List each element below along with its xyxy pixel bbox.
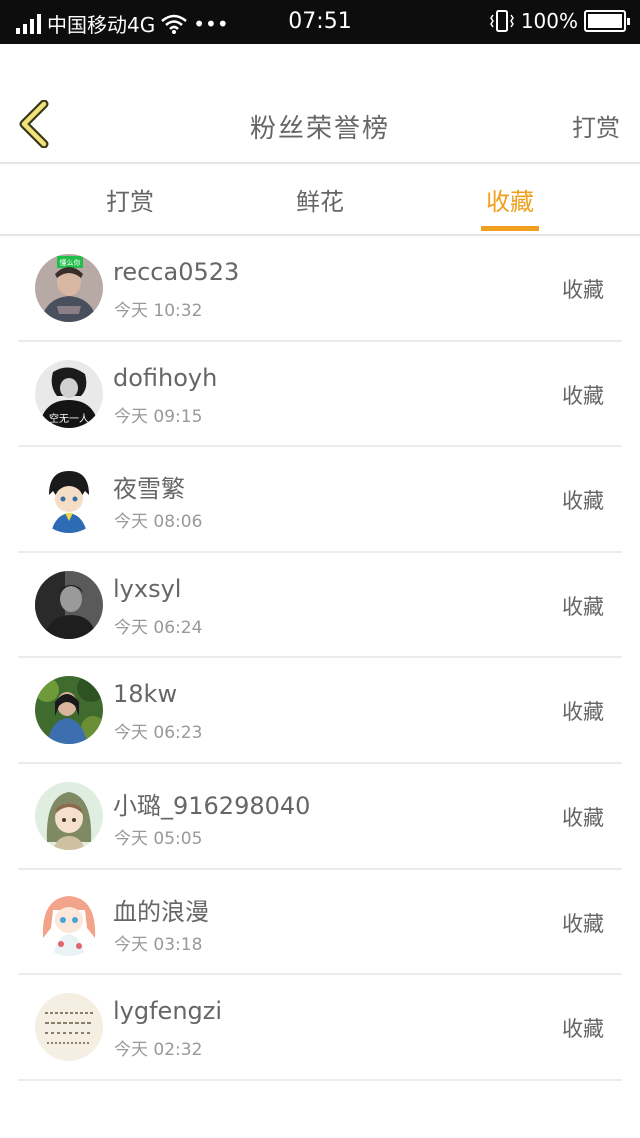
tab-reward[interactable]: 打赏 bbox=[80, 182, 180, 217]
avatar bbox=[35, 993, 103, 1062]
timestamp: 今天 10:32 bbox=[114, 301, 203, 321]
action-label: 收藏 bbox=[562, 278, 604, 302]
timestamp: 今天 08:06 bbox=[114, 512, 203, 533]
fan-list: 懂么你 recca0523 今天 10:32 收藏 空无一人 dofihoyh … bbox=[18, 236, 622, 1081]
status-right: 100% bbox=[489, 9, 630, 33]
avatar bbox=[35, 676, 103, 745]
timestamp: 今天 02:32 bbox=[114, 1040, 203, 1061]
list-item[interactable]: 血的浪漫 今天 03:18 收藏 bbox=[18, 870, 622, 976]
timestamp: 今天 09:15 bbox=[114, 406, 203, 427]
action-label: 收藏 bbox=[562, 383, 604, 408]
vibrate-icon bbox=[489, 10, 514, 32]
action-label: 收藏 bbox=[562, 489, 604, 514]
avatar bbox=[35, 570, 103, 639]
user-name: 18kw bbox=[113, 680, 178, 709]
user-name: lygfengzi bbox=[113, 997, 223, 1026]
action-label: 收藏 bbox=[562, 805, 604, 830]
timestamp: 今天 06:23 bbox=[114, 723, 203, 744]
timestamp: 今天 05:05 bbox=[114, 828, 203, 849]
user-name: lyxsyl bbox=[113, 574, 182, 603]
avatar bbox=[35, 781, 103, 850]
user-name: 夜雪繁 bbox=[113, 475, 185, 504]
avatar-caption: 懂么你 bbox=[60, 258, 81, 267]
list-item[interactable]: lyxsyl 今天 06:24 收藏 bbox=[18, 553, 622, 659]
avatar: 空无一人 bbox=[35, 359, 103, 428]
avatar bbox=[35, 465, 103, 534]
avatar bbox=[35, 887, 103, 956]
nav-bar: 粉丝荣誉榜 打赏 bbox=[0, 86, 640, 164]
user-name: 血的浪漫 bbox=[113, 897, 209, 926]
timestamp: 今天 03:18 bbox=[114, 934, 203, 955]
user-name: 小璐_916298040 bbox=[113, 791, 311, 820]
user-name: dofihoyh bbox=[113, 363, 218, 392]
tab-flowers[interactable]: 鲜花 bbox=[270, 182, 370, 217]
battery-percent: 100% bbox=[520, 9, 578, 33]
status-bar: 中国移动4G ••• 07:51 100% bbox=[0, 0, 640, 44]
action-label: 收藏 bbox=[562, 700, 604, 725]
active-tab-indicator bbox=[481, 226, 539, 231]
list-item[interactable]: 懂么你 recca0523 今天 10:32 收藏 bbox=[18, 236, 622, 342]
list-item[interactable]: 18kw 今天 06:23 收藏 bbox=[18, 658, 622, 764]
list-item[interactable]: lygfengzi 今天 02:32 收藏 bbox=[18, 975, 622, 1081]
timestamp: 今天 06:24 bbox=[114, 617, 203, 638]
action-label: 收藏 bbox=[562, 594, 604, 619]
tab-favorites[interactable]: 收藏 bbox=[460, 182, 560, 217]
action-label: 收藏 bbox=[562, 1017, 604, 1042]
battery-icon bbox=[584, 10, 630, 32]
reward-button[interactable]: 打赏 bbox=[572, 108, 620, 143]
list-item[interactable]: 夜雪繁 今天 08:06 收藏 bbox=[18, 447, 622, 553]
avatar-caption: 空无一人 bbox=[49, 412, 89, 425]
action-label: 收藏 bbox=[562, 911, 604, 936]
page-title: 粉丝荣誉榜 bbox=[249, 114, 390, 144]
avatar: 懂么你 bbox=[35, 254, 103, 322]
user-name: recca0523 bbox=[113, 258, 240, 286]
tab-bar: 打赏 鲜花 收藏 bbox=[0, 164, 640, 236]
list-item[interactable]: 小璐_916298040 今天 05:05 收藏 bbox=[18, 764, 622, 870]
list-item[interactable]: 空无一人 dofihoyh 今天 09:15 收藏 bbox=[18, 342, 622, 448]
